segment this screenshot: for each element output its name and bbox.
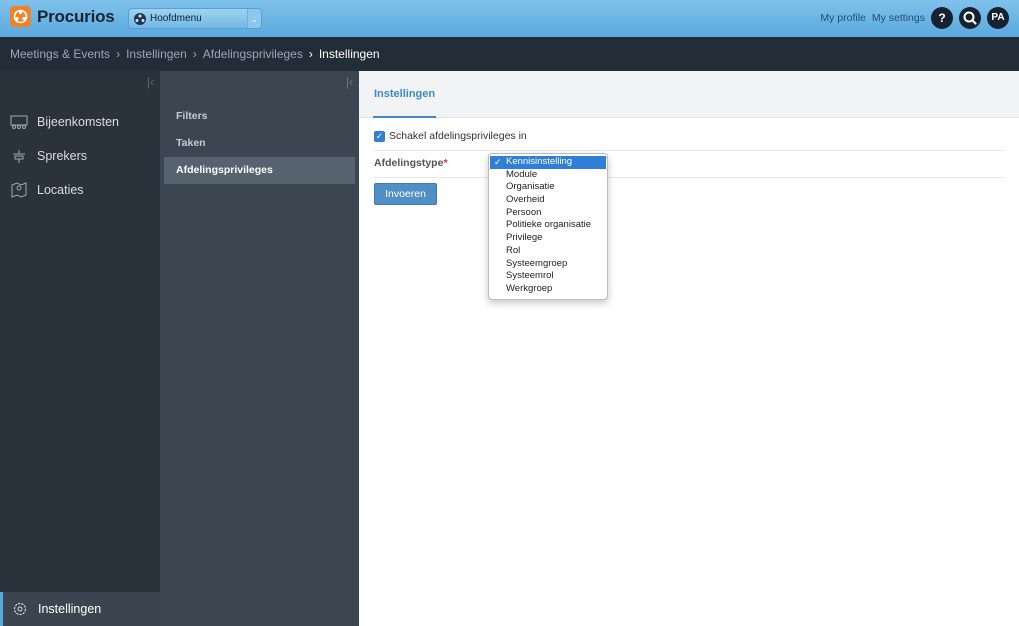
dropdown-option[interactable]: Persoon bbox=[489, 207, 607, 220]
dropdown-option[interactable]: Organisatie bbox=[489, 181, 607, 194]
dropdown-option[interactable]: Rol bbox=[489, 245, 607, 258]
tab-bar: Instellingen bbox=[359, 71, 1019, 118]
subnav-item-afdelingsprivileges[interactable]: Afdelingsprivileges bbox=[164, 157, 355, 184]
subnav-item-taken[interactable]: Taken bbox=[164, 130, 355, 157]
breadcrumb-current: Instellingen bbox=[318, 47, 380, 61]
dropdown-option[interactable]: Systeemrol bbox=[489, 270, 607, 283]
collapse-icon[interactable]: |‹ bbox=[346, 75, 353, 89]
gear-icon bbox=[11, 600, 29, 618]
divider bbox=[374, 150, 1004, 151]
logo[interactable]: Procurios bbox=[10, 6, 115, 27]
required-mark: * bbox=[443, 157, 448, 169]
search-button[interactable] bbox=[959, 7, 981, 29]
dropdown-option[interactable]: Politieke organisatie bbox=[489, 219, 607, 232]
top-bar: Procurios Hoofdmenu ⌄ My profile My sett… bbox=[0, 0, 1019, 37]
breadcrumb-item[interactable]: Instellingen bbox=[126, 47, 187, 61]
dropdown-option[interactable]: Module bbox=[489, 169, 607, 182]
help-button[interactable]: ? bbox=[931, 7, 953, 29]
people-icon bbox=[10, 113, 28, 131]
sidebar-item-locaties[interactable]: Locaties bbox=[0, 173, 160, 207]
primary-sidebar: |‹ Bijeenkomsten Sprekers Locaties Inste… bbox=[0, 71, 160, 626]
dropdown-option[interactable]: ✓ Kennisinstelling bbox=[490, 156, 606, 169]
breadcrumb: Meetings & Events › Instellingen › Afdel… bbox=[0, 37, 1019, 71]
procurios-logo-icon bbox=[10, 6, 31, 27]
dropdown-option[interactable]: Werkgroep bbox=[489, 283, 607, 296]
secondary-sidebar: |‹ Filters Taken Afdelingsprivileges bbox=[160, 71, 359, 626]
chevron-down-icon: ⌄ bbox=[247, 9, 261, 28]
dropdown-option[interactable]: Privilege bbox=[489, 232, 607, 245]
breadcrumb-item[interactable]: Meetings & Events bbox=[10, 47, 110, 61]
dropdown-option[interactable]: Overheid bbox=[489, 194, 607, 207]
avatar[interactable]: PA bbox=[987, 7, 1009, 29]
subnav-item-filters[interactable]: Filters bbox=[164, 103, 355, 130]
map-icon bbox=[10, 181, 28, 199]
breadcrumb-item[interactable]: Afdelingsprivileges bbox=[203, 47, 303, 61]
breadcrumb-separator: › bbox=[308, 47, 313, 61]
afdelingstype-dropdown[interactable]: ✓ Kennisinstelling Module Organisatie Ove… bbox=[488, 153, 608, 300]
sidebar-item-label: Bijeenkomsten bbox=[37, 115, 119, 129]
sidebar-item-label: Locaties bbox=[37, 183, 84, 197]
breadcrumb-separator: › bbox=[116, 47, 121, 61]
tab-instellingen[interactable]: Instellingen bbox=[373, 71, 437, 118]
globe-icon bbox=[134, 12, 146, 25]
afdelingstype-label: Afdelingstype* bbox=[374, 157, 448, 169]
my-settings-link[interactable]: My settings bbox=[872, 12, 925, 24]
field-label-text: Afdelingstype bbox=[374, 157, 444, 169]
collapse-icon[interactable]: |‹ bbox=[147, 75, 154, 89]
main-menu-select[interactable]: Hoofdmenu ⌄ bbox=[128, 8, 262, 29]
divider bbox=[374, 177, 1004, 178]
my-profile-link[interactable]: My profile bbox=[820, 12, 866, 24]
sidebar-item-instellingen[interactable]: Instellingen bbox=[0, 592, 160, 626]
enable-privileges-checkbox[interactable]: ✓ bbox=[374, 130, 385, 142]
check-icon: ✓ bbox=[494, 157, 502, 167]
sidebar-item-label: Sprekers bbox=[37, 149, 88, 163]
app-name: Procurios bbox=[37, 6, 115, 26]
podium-icon bbox=[10, 147, 28, 165]
sidebar-item-sprekers[interactable]: Sprekers bbox=[0, 139, 160, 173]
main-menu-label: Hoofdmenu bbox=[150, 13, 202, 24]
checkbox-label: Schakel afdelingsprivileges in bbox=[389, 130, 527, 142]
header-actions: My profile My settings ? PA bbox=[820, 7, 1009, 29]
dropdown-option[interactable]: Systeemgroep bbox=[489, 258, 607, 271]
main-content: Instellingen ✓ Schakel afdelingsprivileg… bbox=[359, 71, 1019, 626]
submit-button[interactable]: Invoeren bbox=[374, 183, 437, 205]
search-icon bbox=[963, 11, 977, 25]
sidebar-item-label: Instellingen bbox=[38, 602, 102, 616]
sidebar-item-bijeenkomsten[interactable]: Bijeenkomsten bbox=[0, 105, 160, 139]
enable-privileges-row[interactable]: ✓ Schakel afdelingsprivileges in bbox=[374, 130, 527, 142]
breadcrumb-separator: › bbox=[192, 47, 197, 61]
